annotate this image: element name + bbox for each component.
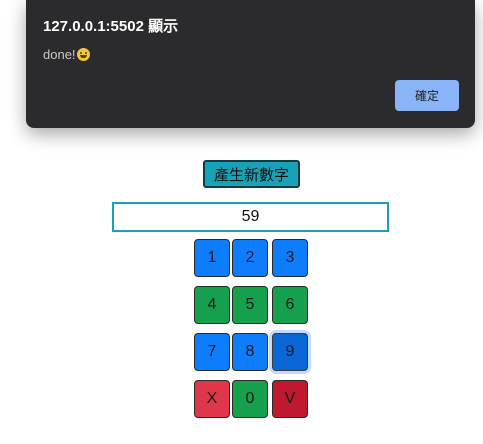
page: 127.0.0.1:5502 顯示 done! 確定 產生新數字 1 2 3 4… [0, 0, 483, 444]
key-4-button[interactable]: 4 [194, 286, 230, 324]
keypad-row: 7 8 9 [192, 333, 312, 371]
keypad-row: 4 5 6 [192, 286, 312, 324]
grinning-face-emoji-icon [76, 48, 90, 61]
keypad-row: 1 2 3 [192, 239, 312, 277]
alert-message-text: done! [43, 47, 76, 62]
generate-number-button[interactable]: 產生新數字 [203, 160, 300, 188]
key-9-button[interactable]: 9 [272, 333, 308, 371]
clear-x-button[interactable]: X [194, 380, 230, 418]
key-6-button[interactable]: 6 [272, 286, 308, 324]
key-3-button[interactable]: 3 [272, 239, 308, 277]
key-8-button[interactable]: 8 [232, 333, 268, 371]
alert-title: 127.0.0.1:5502 顯示 [43, 18, 179, 35]
key-2-button[interactable]: 2 [232, 239, 268, 277]
keypad: 1 2 3 4 5 6 7 8 9 X 0 V [192, 239, 312, 427]
alert-dialog: 127.0.0.1:5502 顯示 done! 確定 [26, 0, 475, 128]
key-7-button[interactable]: 7 [194, 333, 230, 371]
key-1-button[interactable]: 1 [194, 239, 230, 277]
alert-message: done! [43, 47, 90, 62]
keypad-row: X 0 V [192, 380, 312, 418]
key-0-button[interactable]: 0 [232, 380, 268, 418]
key-5-button[interactable]: 5 [232, 286, 268, 324]
number-input[interactable] [112, 202, 389, 232]
confirm-v-button[interactable]: V [272, 380, 308, 418]
alert-ok-button[interactable]: 確定 [395, 80, 459, 111]
